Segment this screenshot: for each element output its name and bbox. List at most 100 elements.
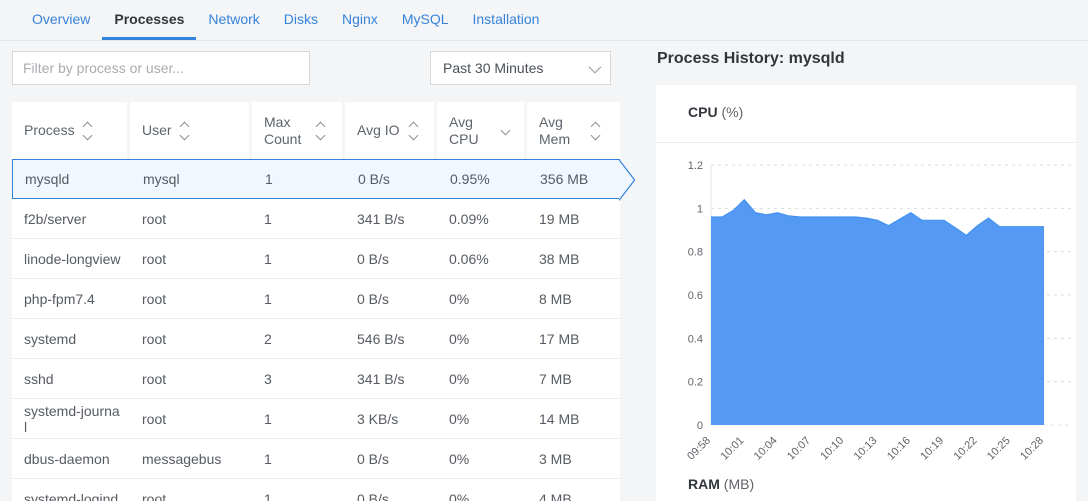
- cpu-area-chart: 00.20.40.60.811.209:5810:0110:0410:0710:…: [656, 145, 1076, 475]
- table-row-php-fpm7.4[interactable]: php-fpm7.4root10 B/s0%8 MB: [12, 279, 620, 319]
- cell-avg_mem: 14 MB: [527, 399, 620, 438]
- cell-max_count: 1: [253, 160, 346, 198]
- cell-process: systemd: [12, 319, 130, 358]
- cell-avg_mem: 8 MB: [527, 279, 620, 318]
- sort-icon: [181, 123, 188, 139]
- cell-process: linode-longview: [12, 239, 130, 278]
- table-row-systemd[interactable]: systemdroot2546 B/s0%17 MB: [12, 319, 620, 359]
- selected-row-arrow: [619, 159, 636, 201]
- process-history-title: Process History: mysqld: [657, 50, 845, 68]
- cell-user: root: [130, 359, 252, 398]
- cell-avg_io: 0 B/s: [345, 239, 437, 278]
- cell-max_count: 1: [252, 239, 345, 278]
- svg-text:0.8: 0.8: [688, 247, 703, 259]
- tab-mysql[interactable]: MySQL: [390, 0, 461, 40]
- cell-avg_cpu: 0%: [437, 439, 527, 478]
- tab-processes[interactable]: Processes: [102, 0, 196, 40]
- cell-process: f2b/server: [12, 199, 130, 238]
- process-history-card: CPU (%) 00.20.40.60.811.209:5810:0110:04…: [656, 85, 1076, 501]
- time-range-select[interactable]: Past 30 Minutes: [430, 51, 611, 85]
- column-label: Process: [24, 122, 75, 139]
- cell-max_count: 3: [252, 359, 345, 398]
- svg-text:1: 1: [697, 203, 703, 215]
- cell-max_count: 1: [252, 199, 345, 238]
- cell-avg_cpu: 0%: [437, 279, 527, 318]
- cpu-chart-title: CPU (%): [688, 104, 743, 120]
- process-table-body: mysqldmysql10 B/s0.95%356 MBf2b/server ro…: [12, 159, 620, 501]
- column-header-user[interactable]: User: [130, 102, 252, 159]
- svg-text:10:13: 10:13: [852, 435, 880, 463]
- card-divider: [656, 142, 1076, 143]
- cell-user: root: [130, 399, 252, 438]
- cell-process: systemd-logind: [12, 479, 130, 501]
- column-header-avg_mem[interactable]: Avg Mem: [527, 102, 620, 159]
- sort-icon: [592, 123, 599, 139]
- svg-text:0: 0: [697, 420, 703, 432]
- process-table-header: Process User Max Count Avg IO Avg CPU Avg Mem: [12, 102, 620, 159]
- table-row-sshd[interactable]: sshdroot3341 B/s0%7 MB: [12, 359, 620, 399]
- time-range-value: Past 30 Minutes: [443, 60, 589, 76]
- cell-avg_mem: 17 MB: [527, 319, 620, 358]
- svg-text:1.2: 1.2: [688, 160, 703, 172]
- process-filter-input[interactable]: [12, 51, 310, 85]
- column-header-max_count[interactable]: Max Count: [252, 102, 345, 159]
- svg-text:10:22: 10:22: [952, 435, 980, 463]
- cell-avg_cpu: 0%: [437, 399, 527, 438]
- cell-avg_mem: 38 MB: [527, 239, 620, 278]
- cell-avg_mem: 3 MB: [527, 439, 620, 478]
- svg-text:09:58: 09:58: [685, 435, 713, 463]
- ram-title-text: RAM: [688, 476, 720, 492]
- table-row-mysqld[interactable]: mysqldmysql10 B/s0.95%356 MB: [12, 159, 620, 199]
- cell-process: mysqld: [13, 160, 131, 198]
- svg-text:10:01: 10:01: [718, 435, 746, 463]
- cell-avg_io: 3 KB/s: [345, 399, 437, 438]
- chevron-down-icon: [589, 60, 602, 73]
- cell-avg_cpu: 0%: [437, 319, 527, 358]
- table-row-systemd-logind[interactable]: systemd-logindroot10 B/s0%4 MB: [12, 479, 620, 501]
- cell-process: dbus-daemon: [12, 439, 130, 478]
- svg-text:0.4: 0.4: [688, 333, 703, 345]
- table-row-systemd-journal[interactable]: systemd-journalroot13 KB/s0%14 MB: [12, 399, 620, 439]
- tab-nginx[interactable]: Nginx: [330, 0, 390, 40]
- cell-avg_cpu: 0.95%: [438, 160, 528, 198]
- column-label: Avg IO: [357, 122, 401, 139]
- tab-disks[interactable]: Disks: [272, 0, 330, 40]
- svg-text:10:16: 10:16: [885, 435, 913, 463]
- cpu-title-text: CPU: [688, 104, 718, 120]
- cell-user: root: [130, 319, 252, 358]
- cell-avg_cpu: 0.06%: [437, 239, 527, 278]
- cell-avg_io: 341 B/s: [345, 199, 437, 238]
- column-label: User: [142, 122, 172, 139]
- column-header-avg_io[interactable]: Avg IO: [345, 102, 437, 159]
- table-row-dbus-daemon[interactable]: dbus-daemonmessagebus10 B/s0%3 MB: [12, 439, 620, 479]
- cell-user: root: [130, 479, 252, 501]
- cell-avg_mem: 19 MB: [527, 199, 620, 238]
- cell-avg_mem: 356 MB: [528, 160, 621, 198]
- tab-installation[interactable]: Installation: [461, 0, 552, 40]
- cell-avg_cpu: 0%: [437, 479, 527, 501]
- cell-avg_cpu: 0.09%: [437, 199, 527, 238]
- svg-text:10:10: 10:10: [818, 435, 846, 463]
- column-label: Max Count: [264, 114, 308, 148]
- table-row-f2b/server[interactable]: f2b/serverroot1341 B/s0.09%19 MB: [12, 199, 620, 239]
- cell-avg_io: 0 B/s: [345, 439, 437, 478]
- svg-text:10:07: 10:07: [785, 435, 813, 463]
- sort-icon: [410, 123, 417, 139]
- sort-icon: [84, 123, 91, 139]
- ram-chart-title: RAM (MB): [688, 476, 754, 492]
- column-header-avg_cpu[interactable]: Avg CPU: [437, 102, 527, 159]
- svg-text:10:25: 10:25: [985, 435, 1013, 463]
- cell-avg_mem: 7 MB: [527, 359, 620, 398]
- tab-network[interactable]: Network: [196, 0, 271, 40]
- column-label: Avg Mem: [539, 114, 583, 148]
- cell-avg_io: 341 B/s: [345, 359, 437, 398]
- cell-max_count: 1: [252, 439, 345, 478]
- cell-avg_io: 0 B/s: [346, 160, 438, 198]
- tab-overview[interactable]: Overview: [20, 0, 102, 40]
- cell-avg_mem: 4 MB: [527, 479, 620, 501]
- tab-bar: OverviewProcessesNetworkDisksNginxMySQLI…: [0, 0, 1088, 41]
- column-header-process[interactable]: Process: [12, 102, 130, 159]
- cell-user: messagebus: [130, 439, 252, 478]
- cell-process: systemd-journal: [12, 399, 130, 438]
- table-row-linode-longview[interactable]: linode-longviewroot10 B/s0.06%38 MB: [12, 239, 620, 279]
